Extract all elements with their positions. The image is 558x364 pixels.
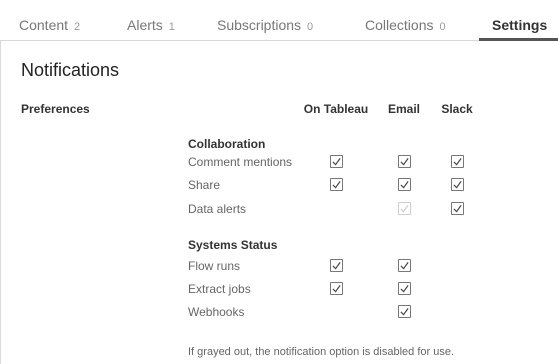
checkmark-icon [400,285,409,293]
section-title-systems-status: Systems Status [188,238,278,252]
share-on-tableau-checkbox[interactable] [330,178,343,191]
tab-collections-count: 0 [439,21,446,33]
tab-settings-label: Settings [492,17,548,33]
tab-subscriptions[interactable]: Subscriptions 0 [217,17,313,33]
flow-runs-on-tableau-checkbox[interactable] [330,259,343,272]
data-alerts-slack-checkbox[interactable] [451,202,464,215]
row-label-extract-jobs: Extract jobs [188,282,251,296]
tab-collections[interactable]: Collections 0 [365,17,446,33]
preferences-label: Preferences [21,102,90,116]
tab-subscriptions-label: Subscriptions [217,17,302,33]
comment-mentions-on-tableau-checkbox[interactable] [330,155,343,168]
extract-jobs-email-checkbox[interactable] [398,282,411,295]
comment-mentions-slack-checkbox[interactable] [451,155,464,168]
checkmark-icon [332,158,341,166]
tab-content-label: Content [19,17,69,33]
tab-alerts[interactable]: Alerts 1 [127,17,175,33]
tab-content-count: 2 [74,21,81,33]
share-email-checkbox[interactable] [398,178,411,191]
tab-alerts-label: Alerts [127,17,163,33]
tab-content[interactable]: Content 2 [19,17,80,33]
row-label-flow-runs: Flow runs [188,259,241,273]
share-slack-checkbox[interactable] [451,178,464,191]
row-label-webhooks: Webhooks [188,305,245,319]
checkmark-icon [400,262,409,270]
comment-mentions-email-checkbox[interactable] [398,155,411,168]
row-label-share: Share [188,178,221,192]
checkmark-icon [400,205,409,213]
checkmark-icon [400,158,409,166]
section-title-collaboration: Collaboration [188,137,266,151]
disabled-options-note: If grayed out, the notification option i… [188,346,454,358]
checkmark-icon [453,205,462,213]
content-left-border [0,40,1,364]
page-title: Notifications [21,60,120,80]
extract-jobs-on-tableau-checkbox[interactable] [330,282,343,295]
webhooks-email-checkbox[interactable] [398,305,411,318]
checkmark-icon [453,158,462,166]
column-header-slack: Slack [441,102,473,116]
row-label-data-alerts: Data alerts [188,202,247,216]
column-header-on-tableau: On Tableau [303,102,369,116]
row-label-comment-mentions: Comment mentions [188,155,293,169]
checkmark-icon [400,181,409,189]
tab-alerts-count: 1 [168,21,175,33]
tab-collections-label: Collections [365,17,434,33]
checkmark-icon [332,285,341,293]
column-header-email: Email [387,102,421,116]
checkmark-icon [400,308,409,316]
checkmark-icon [332,262,341,270]
flow-runs-email-checkbox[interactable] [398,259,411,272]
tab-bar: Content 2 Alerts 1 Subscriptions 0 Collecti… [0,0,558,41]
tab-subscriptions-count: 0 [307,21,314,33]
checkmark-icon [332,181,341,189]
active-tab-indicator [479,38,558,41]
data-alerts-email-checkbox [398,202,411,215]
tab-settings[interactable]: Settings [492,17,547,33]
checkmark-icon [453,181,462,189]
